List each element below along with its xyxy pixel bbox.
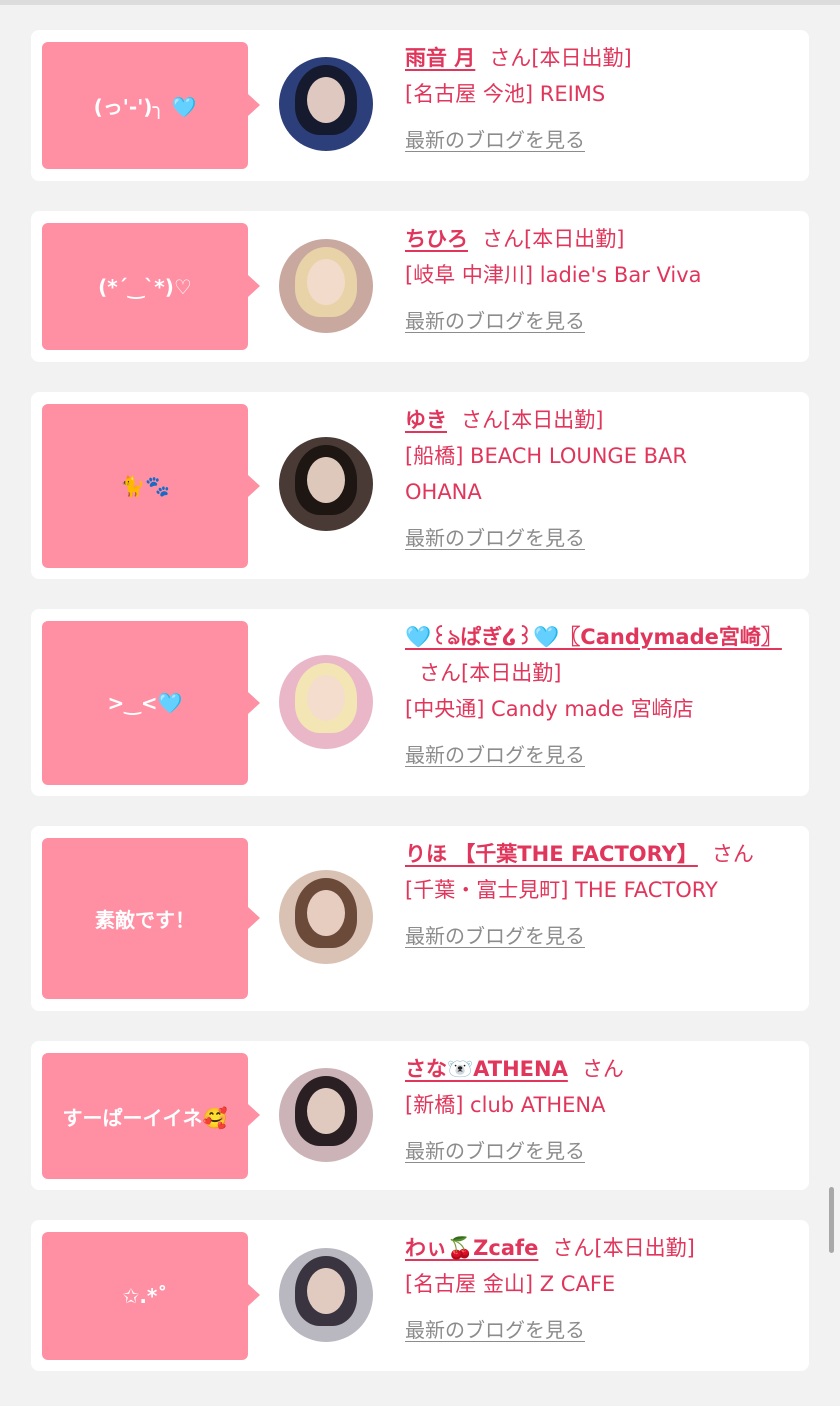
girl-info: 雨音 月さん[本日出勤] [名古屋 今池] REIMS 最新のブログを見る	[405, 40, 793, 158]
girl-info: ちひろ さん[本日出勤] [岐阜 中津川] ladie's Bar Viva 最新…	[405, 221, 793, 339]
san-label: さん	[489, 46, 532, 70]
like-card: (っ'-')╮ 🩵 雨音 月さん[本日出勤] [名古屋 今池] REIMS 最新…	[31, 30, 809, 181]
name-line: ゆき さん[本日出勤]	[405, 402, 793, 438]
avatar[interactable]	[279, 1068, 373, 1162]
status-badge: [本日出勤]	[524, 227, 625, 251]
girl-info: わぃ🍒Zcafe さん[本日出勤] [名古屋 金山] Z CAFE 最新のブログを…	[405, 1230, 793, 1348]
bubble-tail	[248, 907, 260, 929]
latest-blog-link[interactable]: 最新のブログを見る	[405, 918, 585, 954]
shop-name: [新橋] club ATHENA	[405, 1093, 606, 1117]
bubble-tail	[248, 275, 260, 297]
status-badge: [本日出勤]	[503, 408, 604, 432]
like-card: (*´‿`*)♡ ちひろ さん[本日出勤] [岐阜 中津川] ladie's Ba…	[31, 211, 809, 362]
girl-name-link[interactable]: ちひろ	[405, 227, 468, 251]
latest-blog-link[interactable]: 最新のブログを見る	[405, 1133, 585, 1169]
like-card: 🐈🐾 ゆき さん[本日出勤] [船橋] BEACH LOUNGE BAR OHAN…	[31, 392, 809, 579]
girl-name-link[interactable]: 🩵꒰ঌぱぎ໒꒱🩵〖Candymade宮崎〗	[405, 625, 782, 649]
comment-bubble: >‿<🩵	[42, 621, 248, 785]
name-line: さな🐻‍❄️ATHENA さん	[405, 1051, 793, 1087]
bubble-tail	[248, 692, 260, 714]
comment-bubble: すーぱーイイネ🥰	[42, 1053, 248, 1179]
comment-bubble: 素敵です！	[42, 838, 248, 999]
bubble-tail	[248, 475, 260, 497]
shop-name: [中央通] Candy made 宮崎店	[405, 697, 694, 721]
avatar[interactable]	[279, 57, 373, 151]
top-divider	[0, 0, 840, 5]
san-label: さん	[461, 408, 503, 432]
girl-name-link[interactable]: りほ 【千葉THE FACTORY】	[405, 842, 698, 866]
avatar[interactable]	[279, 437, 373, 531]
name-line: わぃ🍒Zcafe さん[本日出勤]	[405, 1230, 793, 1266]
san-label: さん	[552, 1236, 595, 1260]
bubble-tail	[248, 1284, 260, 1306]
comment-bubble: (っ'-')╮ 🩵	[42, 42, 248, 169]
shop-name: [岐阜 中津川] ladie's Bar Viva	[405, 263, 702, 287]
comment-bubble: ✩.*˚	[42, 1232, 248, 1360]
san-label: さん	[482, 227, 524, 251]
like-card: >‿<🩵 🩵꒰ঌぱぎ໒꒱🩵〖Candymade宮崎〗さん[本日出勤] [中央通]…	[31, 609, 809, 796]
latest-blog-link[interactable]: 最新のブログを見る	[405, 737, 585, 773]
comment-text: (っ'-')╮ 🩵	[93, 95, 197, 119]
girl-name-link[interactable]: ゆき	[405, 408, 447, 432]
comment-text: 素敵です！	[95, 908, 195, 932]
shop-name: [名古屋 今池] REIMS	[405, 82, 606, 106]
status-badge: [本日出勤]	[594, 1236, 695, 1260]
girl-info: さな🐻‍❄️ATHENA さん [新橋] club ATHENA 最新のブログを見…	[405, 1051, 793, 1169]
san-label: さん	[711, 842, 754, 866]
san-label: さん	[419, 661, 461, 685]
name-line: ちひろ さん[本日出勤]	[405, 221, 793, 257]
shop-name: [船橋] BEACH LOUNGE BAR OHANA	[405, 444, 688, 504]
page-scrollbar[interactable]	[829, 1187, 834, 1253]
like-card: すーぱーイイネ🥰 さな🐻‍❄️ATHENA さん [新橋] club ATHENA…	[31, 1041, 809, 1190]
avatar[interactable]	[279, 1248, 373, 1342]
comment-text: (*´‿`*)♡	[98, 274, 192, 299]
latest-blog-link[interactable]: 最新のブログを見る	[405, 122, 585, 158]
comment-text: >‿<🩵	[107, 691, 183, 715]
name-line: 雨音 月さん[本日出勤]	[405, 40, 793, 76]
latest-blog-link[interactable]: 最新のブログを見る	[405, 303, 585, 339]
girl-name-link[interactable]: 雨音 月	[405, 46, 475, 70]
like-card: ✩.*˚ わぃ🍒Zcafe さん[本日出勤] [名古屋 金山] Z CAFE 最新…	[31, 1220, 809, 1371]
like-card: 素敵です！ りほ 【千葉THE FACTORY】 さん [千葉・富士見町] THE…	[31, 826, 809, 1011]
avatar[interactable]	[279, 239, 373, 333]
girl-info: りほ 【千葉THE FACTORY】 さん [千葉・富士見町] THE FACTO…	[405, 836, 793, 954]
comment-text: ✩.*˚	[122, 1284, 168, 1308]
avatar[interactable]	[279, 870, 373, 964]
latest-blog-link[interactable]: 最新のブログを見る	[405, 520, 585, 556]
status-badge: [本日出勤]	[461, 661, 562, 685]
bubble-tail	[248, 94, 260, 116]
avatar[interactable]	[279, 655, 373, 749]
name-line: 🩵꒰ঌぱぎ໒꒱🩵〖Candymade宮崎〗さん[本日出勤]	[405, 619, 793, 691]
shop-name: [千葉・富士見町] THE FACTORY	[405, 878, 718, 902]
girl-info: ゆき さん[本日出勤] [船橋] BEACH LOUNGE BAR OHANA 最…	[405, 402, 793, 556]
comment-bubble: (*´‿`*)♡	[42, 223, 248, 350]
san-label: さん	[581, 1057, 624, 1081]
blog-like-list: (っ'-')╮ 🩵 雨音 月さん[本日出勤] [名古屋 今池] REIMS 最新…	[31, 30, 809, 1401]
girl-name-link[interactable]: わぃ🍒Zcafe	[405, 1236, 538, 1260]
comment-text: すーぱーイイネ🥰	[62, 1105, 228, 1130]
comment-text: 🐈🐾	[120, 474, 170, 498]
comment-bubble: 🐈🐾	[42, 404, 248, 568]
status-badge: [本日出勤]	[531, 46, 632, 70]
girl-name-link[interactable]: さな🐻‍❄️ATHENA	[405, 1057, 568, 1081]
shop-name: [名古屋 金山] Z CAFE	[405, 1272, 616, 1296]
girl-info: 🩵꒰ঌぱぎ໒꒱🩵〖Candymade宮崎〗さん[本日出勤] [中央通] Cand…	[405, 619, 793, 773]
name-line: りほ 【千葉THE FACTORY】 さん	[405, 836, 793, 872]
bubble-tail	[248, 1104, 260, 1126]
latest-blog-link[interactable]: 最新のブログを見る	[405, 1312, 585, 1348]
